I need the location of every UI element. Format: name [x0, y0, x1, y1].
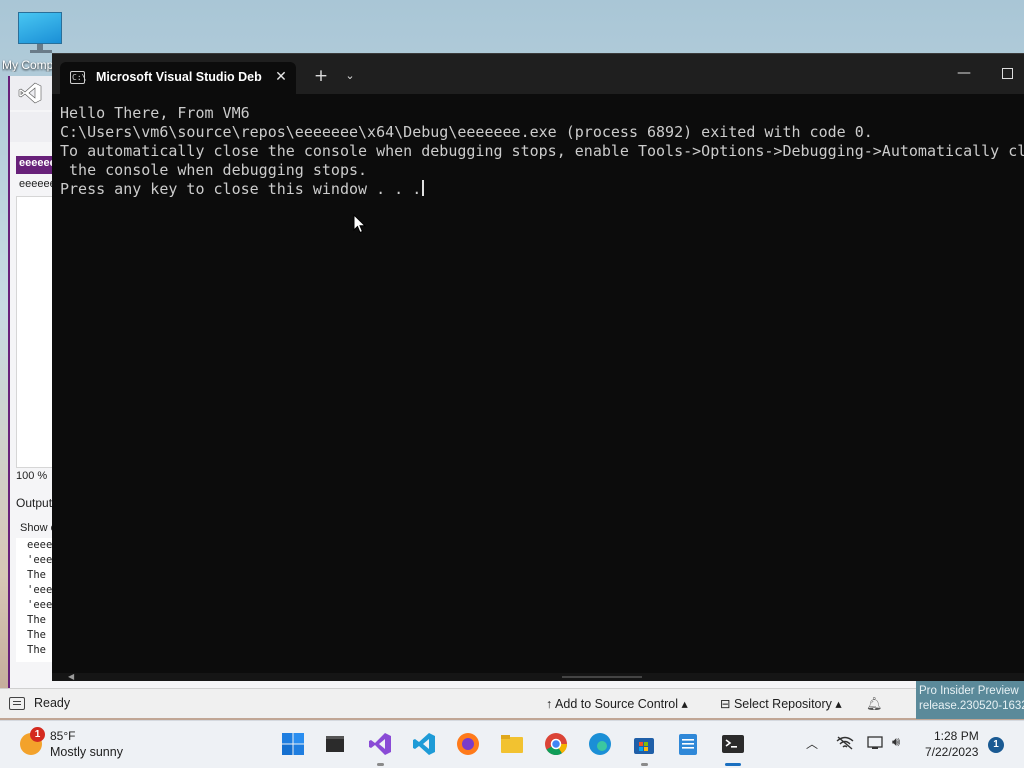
output-line: 'eeeeeee.exe'	[27, 554, 54, 566]
add-to-source-control-button[interactable]: ↑ Add to Source Control ▴	[546, 696, 688, 711]
vs-editor[interactable]	[16, 196, 54, 468]
vs-output-pane[interactable]: eeeeeee 'eeeeeee.exe' The thread 'eeeeee…	[16, 538, 54, 662]
status-ready: Ready	[34, 696, 71, 710]
volume-icon[interactable]: 🔊︎	[892, 734, 910, 752]
terminal-window[interactable]: C:\ Microsoft Visual Studio Debug Consol…	[52, 53, 1024, 681]
vs-status-bar: Ready ↑ Add to Source Control ▴ ⊟ Select…	[0, 681, 1024, 719]
output-line: 'eeeeeee.exe'	[27, 584, 54, 596]
vs-document-tab[interactable]: eeeeeee	[16, 156, 54, 174]
terminal-line: To automatically close the console when …	[60, 142, 1024, 160]
insider-line-2: release.230520-1632	[919, 700, 1024, 712]
windows-insider-watermark: Pro Insider Preview release.230520-1632	[916, 681, 1024, 719]
close-tab-icon[interactable]: ✕	[272, 68, 290, 86]
terminal-line: Hello There, From VM6	[60, 104, 250, 122]
output-line: The program	[27, 644, 54, 656]
vs-zoom-level[interactable]: 100 %	[16, 470, 47, 482]
taskbar: 1 85°F Mostly sunny ︿ 🔊︎ 1:28 PM 7/22/20…	[0, 720, 1024, 768]
maximize-icon[interactable]	[1000, 66, 1016, 82]
terminal-output[interactable]: Hello There, From VM6 C:\Users\vm6\sourc…	[52, 94, 1024, 681]
caret-up-icon: ▴	[678, 697, 688, 711]
monitor-base	[30, 50, 52, 53]
microsoft-store-icon[interactable]	[631, 731, 657, 757]
arrow-up-icon: ↑	[546, 697, 556, 711]
clock-date[interactable]: 7/22/2023	[925, 745, 978, 759]
caret-up-icon: ▴	[831, 697, 842, 711]
text-cursor	[422, 180, 425, 196]
network-disconnected-icon[interactable]	[836, 736, 854, 750]
desktop-icon-label: My Computer	[2, 58, 56, 72]
chevron-down-icon[interactable]: ⌄	[340, 66, 360, 86]
weather-description[interactable]: Mostly sunny	[50, 745, 123, 759]
file-explorer-icon[interactable]	[499, 731, 525, 757]
active-app-indicator	[725, 763, 741, 766]
output-window-icon[interactable]	[9, 697, 25, 710]
terminal-icon[interactable]	[720, 731, 746, 757]
chrome-icon[interactable]	[543, 731, 569, 757]
firefox-icon[interactable]	[455, 731, 481, 757]
select-repository-label: Select Repository	[733, 697, 832, 711]
insider-line-1: Pro Insider Preview	[919, 685, 1019, 697]
vs-toolbar	[10, 112, 54, 142]
output-line: eeeeeee	[27, 539, 54, 551]
output-line: The thread	[27, 629, 54, 641]
running-indicator	[641, 763, 648, 766]
weather-alert-badge: 1	[30, 727, 45, 742]
windows-start-icon[interactable]	[280, 731, 306, 757]
show-hidden-icons-chevron-icon[interactable]: ︿	[804, 735, 820, 751]
terminal-tab[interactable]: C:\ Microsoft Visual Studio Debug Consol…	[60, 62, 296, 94]
monitor-icon	[18, 12, 62, 44]
output-line: The thread	[27, 614, 54, 626]
minimize-icon[interactable]: —	[952, 64, 976, 84]
scroll-left-icon[interactable]: ◀	[68, 673, 74, 681]
visual-studio-logo-icon	[18, 82, 42, 104]
task-view-icon[interactable]	[322, 731, 348, 757]
console-icon: C:\	[70, 71, 87, 84]
output-line: The thread	[27, 569, 54, 581]
terminal-line: C:\Users\vm6\source\repos\eeeeeee\x64\De…	[60, 123, 873, 141]
notification-bell-icon[interactable]: 🔔︎	[866, 696, 883, 712]
notification-count-badge[interactable]: 1	[988, 737, 1004, 753]
repository-icon: ⊟	[720, 697, 734, 711]
weather-temperature[interactable]: 85°F	[50, 729, 75, 743]
horizontal-scrollbar[interactable]: ◀	[52, 673, 1024, 681]
terminal-line: the console when debugging stops.	[60, 161, 368, 179]
terminal-tab-title: Microsoft Visual Studio Debug Console	[96, 70, 262, 84]
terminal-title-bar[interactable]: C:\ Microsoft Visual Studio Debug Consol…	[52, 54, 1024, 94]
new-tab-icon[interactable]: +	[311, 66, 331, 86]
select-repository-button[interactable]: ⊟ Select Repository ▴	[720, 696, 842, 711]
add-to-source-control-label: Add to Source Control	[555, 697, 679, 711]
scrollbar-thumb[interactable]	[562, 676, 642, 678]
terminal-prompt-text: Press any key to close this window . . .	[60, 180, 422, 198]
virtual-machine-icon[interactable]	[867, 736, 885, 750]
mouse-pointer-icon	[353, 214, 367, 234]
output-line: 'eeeeeee.exe'	[27, 599, 54, 611]
vs-file-dropdown[interactable]: eeeeeee	[16, 176, 54, 194]
vscode-icon[interactable]	[411, 731, 437, 757]
clock-time[interactable]: 1:28 PM	[934, 729, 979, 743]
running-indicator	[377, 763, 384, 766]
edge-icon[interactable]	[587, 731, 613, 757]
vs-title-bar	[10, 76, 54, 110]
visual-studio-icon[interactable]	[367, 731, 393, 757]
notepad-icon[interactable]	[675, 731, 701, 757]
terminal-prompt-line: Press any key to close this window . . .	[60, 180, 425, 199]
vs-output-title: Output	[16, 496, 53, 510]
